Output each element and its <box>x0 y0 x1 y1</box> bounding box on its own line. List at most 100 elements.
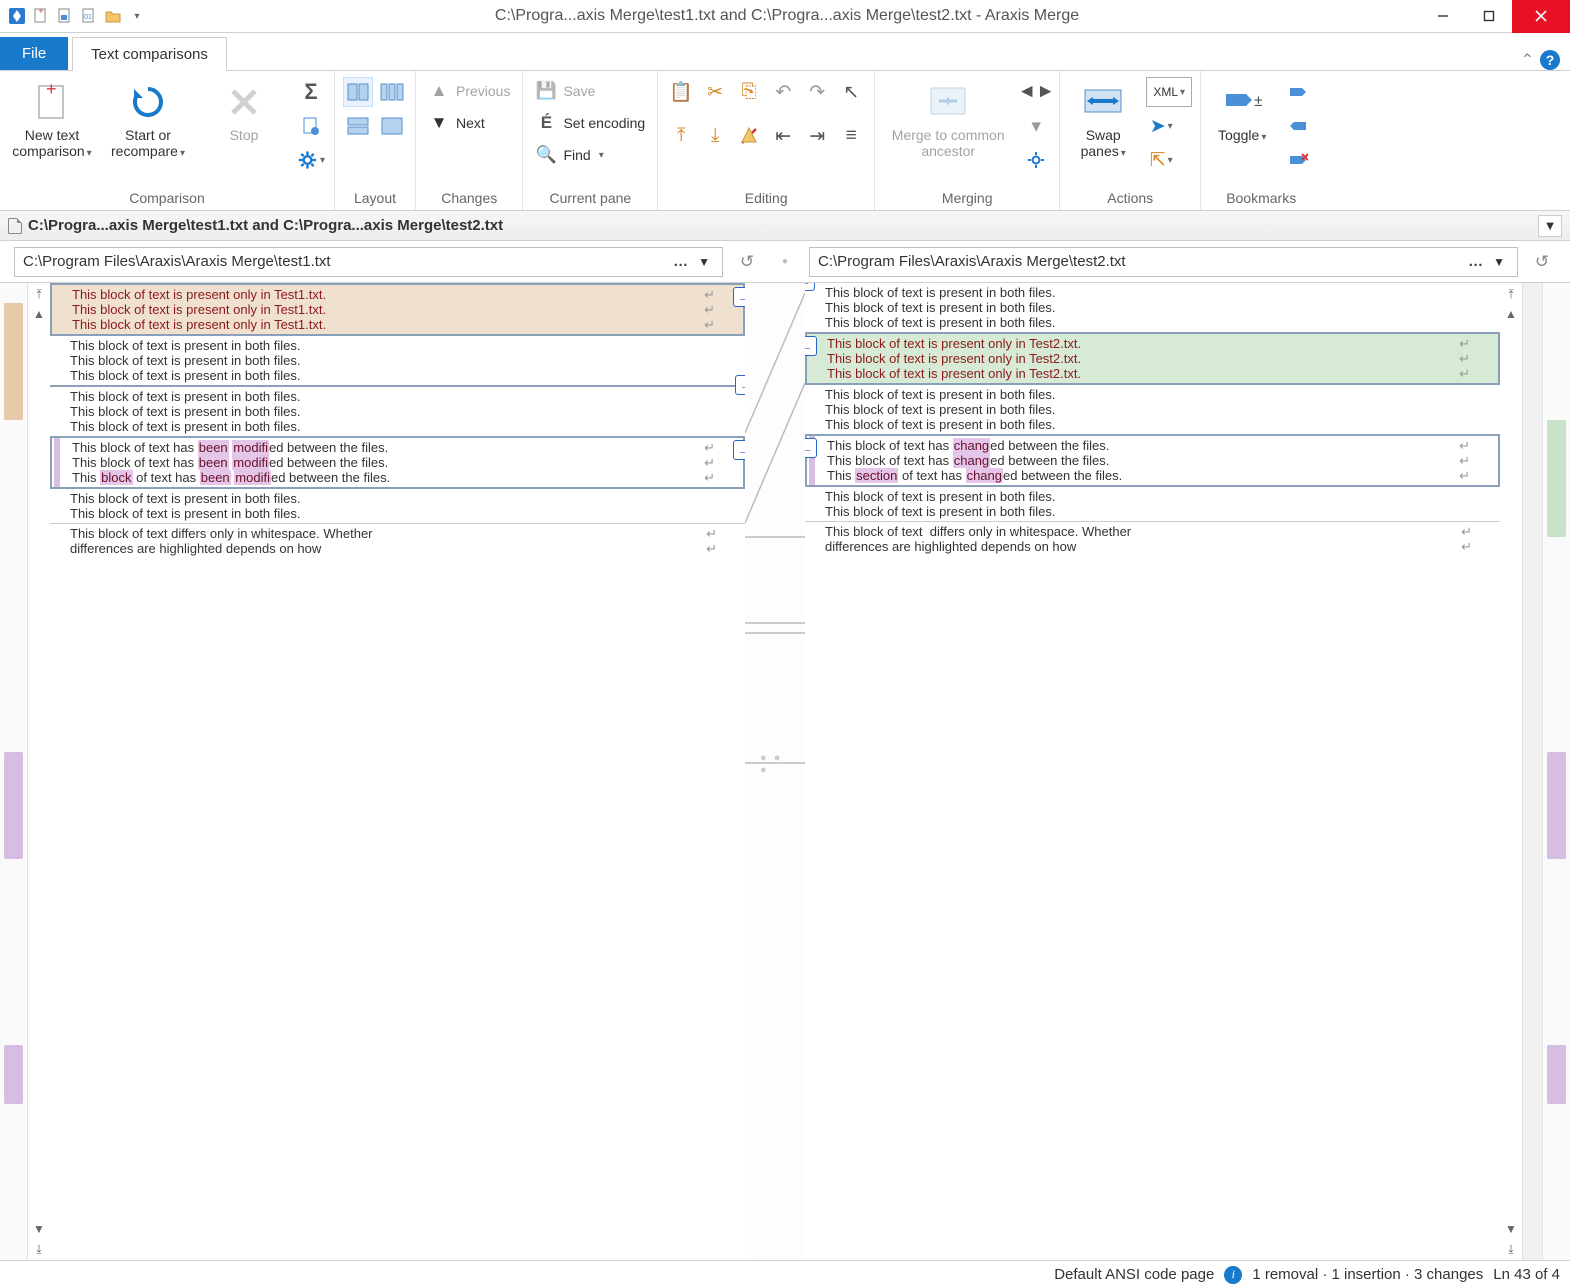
undo-icon: ↶ <box>768 77 798 107</box>
indent-icon[interactable]: ⇥ <box>802 121 832 151</box>
qat-new-bin-icon[interactable] <box>54 5 76 27</box>
changed-block: → This block of text has been modified b… <box>50 436 745 489</box>
find-button[interactable]: 🔍Find▾ <box>531 141 649 169</box>
toggle-bookmark-button[interactable]: ± Toggle▾ <box>1209 77 1275 144</box>
status-encoding: Default ANSI code page <box>1054 1266 1214 1283</box>
swap-panes-button[interactable]: Swap panes▾ <box>1068 77 1138 160</box>
insert-down-icon[interactable]: ⤓ <box>700 121 730 151</box>
merge-down-icon: ▾ <box>1021 111 1051 141</box>
layout-single-icon[interactable] <box>377 111 407 141</box>
ribbon-group-actions: Swap panes▾ XML▾ ➤▾ ⇱▾ Actions <box>1060 71 1201 210</box>
bookmark-clear-icon[interactable] <box>1283 145 1313 175</box>
next-change-button[interactable]: ▼Next <box>424 109 514 137</box>
window-title: C:\Progra...axis Merge\test1.txt and C:\… <box>154 7 1420 25</box>
document-tab-menu[interactable]: ▼ <box>1538 215 1562 237</box>
right-pane[interactable]: ← This block of text is present in both … <box>805 283 1500 1260</box>
new-text-comparison-button[interactable]: + New text comparison▾ <box>8 77 96 160</box>
paste-icon[interactable]: 📋 <box>666 77 696 107</box>
left-overview-strip[interactable] <box>0 283 28 1260</box>
minimize-button[interactable] <box>1420 0 1466 33</box>
merge-left-arrow[interactable]: ← <box>805 438 817 458</box>
action-arrow-icon[interactable]: ➤▾ <box>1146 111 1176 141</box>
nav-down-icon[interactable]: ▼ <box>1502 1220 1520 1238</box>
right-nav-col: ⤒ ▲ ▼ ⤓ <box>1500 283 1522 1260</box>
bookmark-prev-icon[interactable] <box>1283 111 1313 141</box>
outdent-icon[interactable]: ⇤ <box>768 121 798 151</box>
set-encoding-button[interactable]: ÉSet encoding <box>531 109 649 137</box>
layout-horiz-icon[interactable] <box>343 111 373 141</box>
tab-file[interactable]: File <box>0 37 68 70</box>
bookmark-next-icon[interactable] <box>1283 77 1313 107</box>
right-overview-strip[interactable] <box>1542 283 1570 1260</box>
insert-up-icon[interactable]: ⤒ <box>666 121 696 151</box>
right-scrollbar[interactable] <box>1522 283 1542 1260</box>
qat-new-folder-icon[interactable] <box>102 5 124 27</box>
svg-text:01: 01 <box>84 14 92 21</box>
browse-left-icon[interactable]: … <box>669 253 694 270</box>
cursor-icon[interactable]: ↖ <box>836 77 866 107</box>
merge-right-arrow[interactable]: → <box>735 375 745 395</box>
encoding-icon: É <box>535 113 557 133</box>
options-doc-icon[interactable] <box>296 111 326 141</box>
layout-2pane-icon[interactable] <box>343 77 373 107</box>
document-tab[interactable]: C:\Progra...axis Merge\test1.txt and C:\… <box>8 217 503 234</box>
ribbon-group-comparison: + New text comparison▾ Start or recompar… <box>0 71 335 210</box>
left-path-input[interactable]: C:\Program Files\Araxis\Araxis Merge\tes… <box>14 247 723 277</box>
delete-warn-icon[interactable] <box>734 121 764 151</box>
nav-bottom-icon[interactable]: ⤓ <box>1502 1240 1520 1258</box>
status-position: Ln 43 of 4 <box>1493 1266 1560 1283</box>
ribbon-group-editing: 📋 ✂ ⎘ ↶ ↷ ↖ ⤒ ⤓ ⇤ ⇥ ≡ <box>658 71 875 210</box>
qat-new-img-icon[interactable]: 01 <box>78 5 100 27</box>
maximize-button[interactable] <box>1466 0 1512 33</box>
nav-down-icon[interactable]: ▼ <box>30 1220 48 1238</box>
same-block: This block of text is present in both fi… <box>805 385 1500 434</box>
help-button[interactable]: ? <box>1540 50 1560 70</box>
ribbon-group-layout: Layout <box>335 71 416 210</box>
nav-bottom-icon[interactable]: ⤓ <box>30 1240 48 1258</box>
layout-3pane-icon[interactable] <box>377 77 407 107</box>
left-path-dropdown[interactable]: ▼ <box>694 255 714 269</box>
nav-top-icon[interactable]: ⤒ <box>30 285 48 303</box>
format-icon[interactable]: ≡ <box>836 121 866 151</box>
qat-dropdown-icon[interactable]: ▾ <box>126 5 148 27</box>
copy-icon[interactable]: ⎘ <box>734 77 764 107</box>
info-icon[interactable]: i <box>1224 1266 1242 1284</box>
nav-top-icon[interactable]: ⤒ <box>1502 285 1520 303</box>
same-block: This block of text is present in both fi… <box>50 489 745 523</box>
ribbon-tabs: File Text comparisons ⌃ ? <box>0 33 1570 71</box>
left-history-button[interactable]: ↺ <box>733 248 761 276</box>
action-export-icon[interactable]: ⇱▾ <box>1146 145 1176 175</box>
path-row: C:\Program Files\Araxis\Araxis Merge\tes… <box>0 241 1570 283</box>
same-block: → This block of text is present in both … <box>50 385 745 436</box>
collapse-ribbon-icon[interactable]: ⌃ <box>1521 50 1534 70</box>
triangle-up-icon: ▲ <box>428 81 450 101</box>
title-bar: + 01 ▾ C:\Progra...axis Merge\test1.txt … <box>0 0 1570 33</box>
qat-new-text-icon[interactable]: + <box>30 5 52 27</box>
nav-up-icon[interactable]: ▲ <box>30 305 48 323</box>
cut-icon[interactable]: ✂ <box>700 77 730 107</box>
right-path-dropdown[interactable]: ▼ <box>1489 255 1509 269</box>
ribbon: + New text comparison▾ Start or recompar… <box>0 71 1570 211</box>
merge-right-arrow[interactable]: → <box>733 287 745 307</box>
previous-change-button: ▲Previous <box>424 77 514 105</box>
close-button[interactable] <box>1512 0 1570 33</box>
left-pane[interactable]: → This block of text is present only in … <box>50 283 745 1260</box>
merge-lr-icon[interactable]: ◄► <box>1021 77 1051 107</box>
right-history-button[interactable]: ↺ <box>1528 248 1556 276</box>
svg-text:±: ± <box>1254 93 1262 110</box>
right-path-input[interactable]: C:\Program Files\Araxis\Araxis Merge\tes… <box>809 247 1518 277</box>
start-recompare-button[interactable]: Start or recompare▾ <box>104 77 192 160</box>
nav-up-icon[interactable]: ▲ <box>1502 305 1520 323</box>
merge-left-arrow[interactable]: ← <box>805 283 815 291</box>
sigma-icon[interactable]: Σ <box>296 77 326 107</box>
gear-icon[interactable]: ▾ <box>296 145 326 175</box>
tab-text-comparisons[interactable]: Text comparisons <box>72 37 227 71</box>
browse-right-icon[interactable]: … <box>1464 253 1489 270</box>
whitespace-block: This block of text differs only in white… <box>50 523 745 558</box>
triangle-down-icon: ▼ <box>428 113 450 133</box>
merge-right-arrow[interactable]: → <box>733 440 745 460</box>
merge-left-arrow[interactable]: ← <box>805 336 817 356</box>
stop-button: Stop <box>200 77 288 143</box>
merge-gear-icon[interactable] <box>1021 145 1051 175</box>
xml-button[interactable]: XML▾ <box>1146 77 1192 107</box>
